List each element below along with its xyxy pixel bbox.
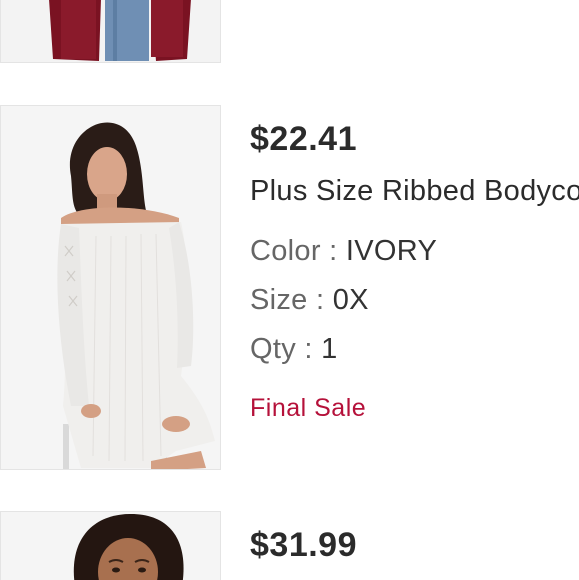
cart-item: $31.99: [0, 511, 579, 580]
size-value: 0X: [332, 284, 369, 316]
separator: :: [315, 284, 333, 316]
separator: :: [329, 235, 346, 267]
product-price: $22.41: [250, 120, 357, 158]
cart-item-list: $22.41 Plus Size Ribbed Bodycon Dress Co…: [0, 0, 579, 580]
color-row: Color : IVORY: [250, 227, 579, 276]
cart-item: $22.41 Plus Size Ribbed Bodycon Dress Co…: [0, 105, 579, 470]
product-image[interactable]: [0, 105, 221, 470]
separator: :: [304, 333, 322, 365]
cart-item: [0, 0, 579, 64]
product-image[interactable]: [0, 511, 221, 580]
qty-row: Qty : 1: [250, 325, 579, 374]
color-value: IVORY: [345, 235, 438, 267]
qty-value: 1: [321, 333, 338, 365]
product-info: $31.99: [250, 526, 579, 565]
color-label: Color: [250, 235, 321, 267]
product-image[interactable]: [0, 0, 221, 63]
size-label: Size: [250, 284, 308, 316]
product-price: $31.99: [250, 526, 357, 564]
product-name[interactable]: Plus Size Ribbed Bodycon Dress: [250, 175, 579, 208]
final-sale-badge: Final Sale: [250, 394, 367, 422]
product-info: $22.41 Plus Size Ribbed Bodycon Dress Co…: [250, 120, 579, 423]
size-row: Size : 0X: [250, 276, 579, 325]
qty-label: Qty: [250, 333, 297, 365]
